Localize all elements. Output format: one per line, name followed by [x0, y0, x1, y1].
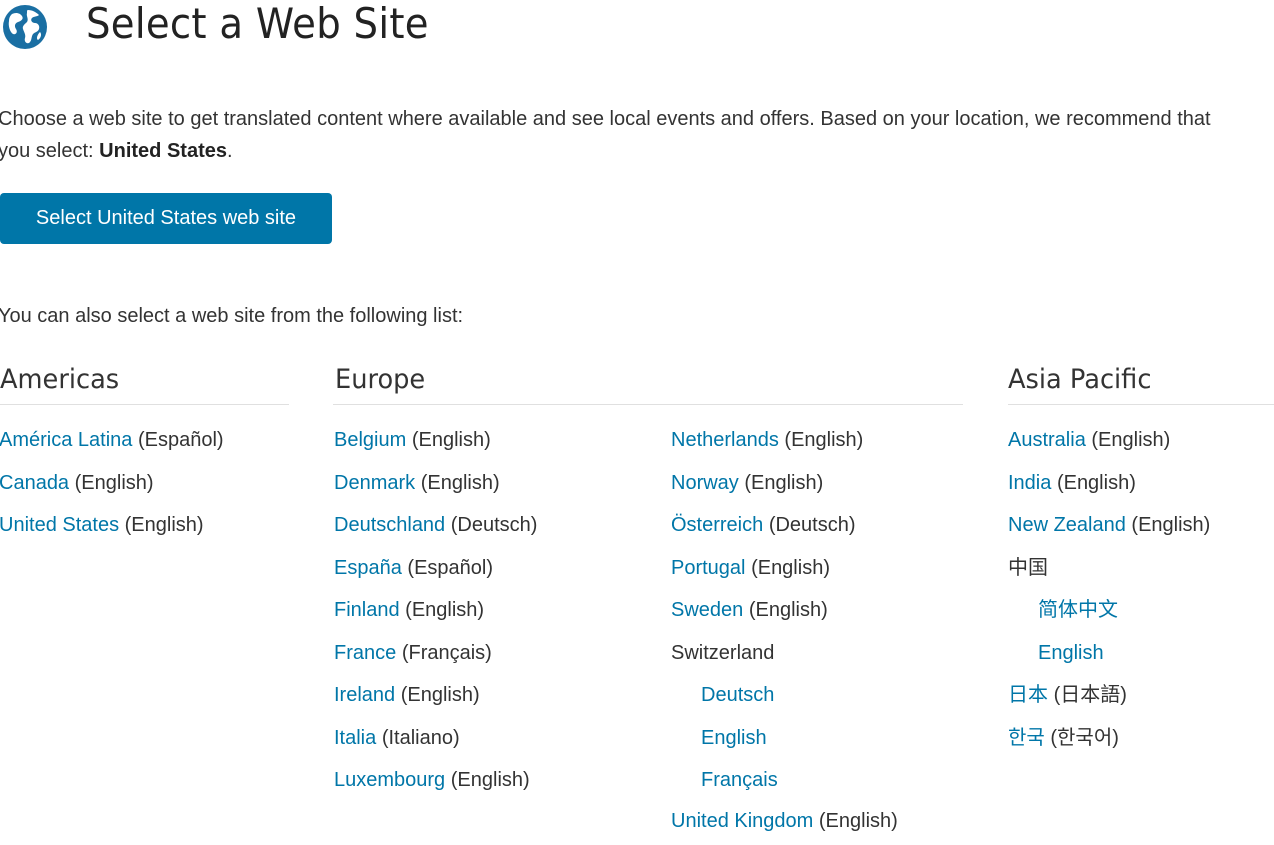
site-link[interactable]: Netherlands [671, 429, 779, 451]
site-language: (Deutsch) [769, 514, 856, 536]
list-item: Canada (English) [0, 463, 224, 506]
site-language: (日本語) [1054, 684, 1127, 706]
list-item: India (English) [1008, 463, 1210, 506]
europe-list-col1: Belgium (English) Denmark (English) Deut… [334, 420, 537, 803]
site-link[interactable]: Portugal [671, 557, 746, 579]
site-link[interactable]: New Zealand [1008, 514, 1126, 536]
list-item: Deutschland (Deutsch) [334, 505, 537, 548]
page-header: Select a Web Site [0, 0, 1274, 50]
site-link[interactable]: English [701, 727, 767, 749]
divider [333, 404, 963, 405]
globe-icon [2, 4, 48, 50]
list-item: Français [671, 760, 898, 803]
list-item: Belgium (English) [334, 420, 537, 463]
site-language: (English) [412, 429, 491, 451]
list-item: Sweden (English) [671, 590, 898, 633]
site-language: (English) [1131, 514, 1210, 536]
asia-pacific-list: Australia (English) India (English) New … [1008, 420, 1210, 760]
site-link[interactable]: English [1038, 642, 1104, 664]
list-item: Deutsch [671, 675, 898, 718]
intro-text: Choose a web site to get translated cont… [0, 103, 1238, 167]
site-link[interactable]: Norway [671, 472, 739, 494]
site-language: (English) [744, 472, 823, 494]
region-title-europe: Europe [335, 364, 425, 404]
site-language: (English) [451, 769, 530, 791]
list-item: Luxembourg (English) [334, 760, 537, 803]
list-item: 日本 (日本語) [1008, 675, 1210, 718]
list-item: Italia (Italiano) [334, 718, 537, 761]
list-item: Österreich (Deutsch) [671, 505, 898, 548]
site-language: (English) [405, 599, 484, 621]
list-item: English [671, 718, 898, 761]
site-language: (English) [421, 472, 500, 494]
site-language: (Español) [138, 429, 224, 451]
site-language: (Italiano) [382, 727, 460, 749]
site-link[interactable]: Italia [334, 727, 376, 749]
list-item: Finland (English) [334, 590, 537, 633]
recommended-site: United States [99, 140, 227, 162]
site-link[interactable]: Luxembourg [334, 769, 445, 791]
list-item: Australia (English) [1008, 420, 1210, 463]
list-item: Netherlands (English) [671, 420, 898, 463]
site-link[interactable]: Français [701, 769, 778, 791]
site-link[interactable]: América Latina [0, 429, 132, 451]
site-language: (English) [1057, 472, 1136, 494]
list-item: United Kingdom (English) [671, 803, 898, 845]
list-item: English [1008, 633, 1210, 676]
site-link[interactable]: Deutsch [701, 684, 774, 706]
list-item: Portugal (English) [671, 548, 898, 591]
list-item: España (Español) [334, 548, 537, 591]
site-link[interactable]: France [334, 642, 396, 664]
list-item: 简体中文 [1008, 590, 1210, 633]
list-item: France (Français) [334, 633, 537, 676]
site-language: (English) [1091, 429, 1170, 451]
list-item: Denmark (English) [334, 463, 537, 506]
site-link[interactable]: Deutschland [334, 514, 445, 536]
site-language: (English) [75, 472, 154, 494]
list-item: United States (English) [0, 505, 224, 548]
region-title-asia-pacific: Asia Pacific [1008, 364, 1151, 404]
list-item: New Zealand (English) [1008, 505, 1210, 548]
site-link[interactable]: Belgium [334, 429, 406, 451]
site-language: (Français) [402, 642, 492, 664]
site-link[interactable]: Österreich [671, 514, 763, 536]
page-title: Select a Web Site [86, 0, 429, 48]
list-item: América Latina (Español) [0, 420, 224, 463]
site-link[interactable]: India [1008, 472, 1051, 494]
europe-list-col2: Netherlands (English) Norway (English) Ö… [671, 420, 898, 845]
site-language: (한국어) [1050, 727, 1119, 749]
site-link[interactable]: Canada [0, 472, 69, 494]
site-link[interactable]: United States [0, 514, 119, 536]
site-link[interactable]: España [334, 557, 402, 579]
select-recommended-site-button[interactable]: Select United States web site [0, 193, 332, 244]
china-label: 中国 [1008, 548, 1210, 591]
site-link[interactable]: Denmark [334, 472, 415, 494]
site-link[interactable]: 简体中文 [1038, 599, 1118, 621]
site-language: (English) [401, 684, 480, 706]
site-language: (English) [751, 557, 830, 579]
site-link[interactable]: 한국 [1008, 727, 1045, 749]
switzerland-label: Switzerland [671, 633, 898, 676]
list-item: Norway (English) [671, 463, 898, 506]
site-language: (English) [749, 599, 828, 621]
divider [1008, 404, 1274, 405]
region-title-americas: Americas [0, 364, 119, 404]
site-link[interactable]: Australia [1008, 429, 1086, 451]
americas-list: América Latina (Español) Canada (English… [0, 420, 224, 548]
site-language: (Español) [407, 557, 493, 579]
list-intro: You can also select a web site from the … [0, 305, 463, 328]
list-item: 한국 (한국어) [1008, 718, 1210, 761]
site-language: (English) [819, 810, 898, 832]
site-link[interactable]: Finland [334, 599, 400, 621]
site-link[interactable]: Sweden [671, 599, 743, 621]
site-language: (English) [125, 514, 204, 536]
intro-text-after: . [227, 140, 233, 162]
site-link[interactable]: United Kingdom [671, 810, 813, 832]
divider [0, 404, 289, 405]
list-item: Ireland (English) [334, 675, 537, 718]
site-link[interactable]: Ireland [334, 684, 395, 706]
site-language: (Deutsch) [451, 514, 538, 536]
site-link[interactable]: 日本 [1008, 684, 1048, 706]
site-language: (English) [784, 429, 863, 451]
